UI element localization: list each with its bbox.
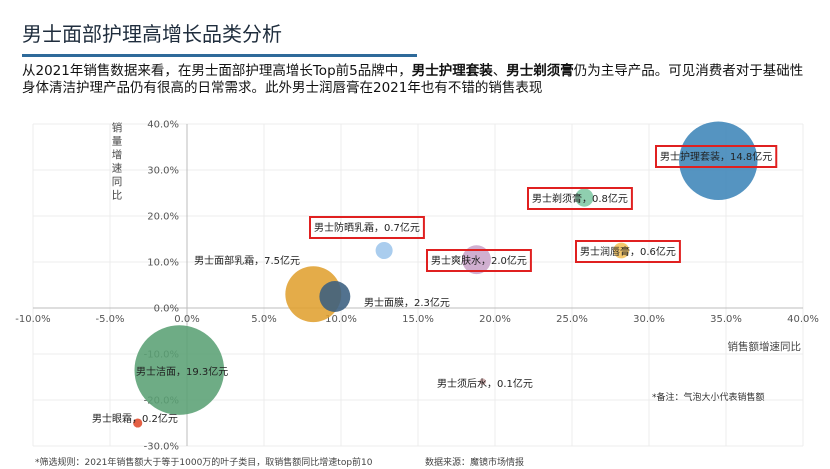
x-tick-label: 0.0% [174,314,199,325]
bubble-label-男士防晒乳霜: 男士防晒乳霜，0.7亿元 [314,221,420,234]
bubble-label-男士面膜: 男士面膜，2.3亿元 [364,296,450,309]
x-tick-label: -5.0% [95,314,124,325]
x-tick-label: 35.0% [710,314,742,325]
bubble-label-男士润唇膏: 男士润唇膏，0.6亿元 [580,245,676,258]
y-tick-label: 20.0% [147,212,179,223]
bubble-label-男士护理套装: 男士护理套装，14.8亿元 [660,150,772,163]
x-tick-label: 20.0% [479,314,511,325]
x-tick-label: 40.0% [787,314,819,325]
x-tick-label: -10.0% [15,314,50,325]
y-axis-title-char: 销 [112,121,123,134]
y-axis-title-char: 量 [112,136,123,148]
y-axis-title-char: 同 [112,176,123,188]
bubble-label-男士眼霜: 男士眼霜，0.2亿元 [92,412,178,425]
bubble-label-男士须后水: 男士须后水，0.1亿元 [437,377,533,390]
x-axis-title: 销售额增速同比 [728,340,802,353]
y-tick-label: -30.0% [144,442,179,453]
y-tick-label: 0.0% [154,304,179,315]
x-tick-label: 30.0% [633,314,665,325]
x-tick-label: 5.0% [251,314,276,325]
x-tick-label: 25.0% [556,314,588,325]
y-tick-label: 10.0% [147,258,179,269]
bubble-label-男士面部乳霜: 男士面部乳霜，7.5亿元 [194,254,300,267]
y-axis-title-char: 比 [112,189,123,202]
footnote-rule: *筛选规则：2021年销售额大于等于1000万的叶子类目，取销售额同比增速top… [35,458,373,468]
y-tick-label: 30.0% [147,166,179,177]
bubble-size-note: *备注：气泡大小代表销售额 [652,393,765,403]
bubble-label-男士洁面: 男士洁面，19.3亿元 [136,365,228,378]
y-axis-title-char: 增 [112,148,123,161]
footnote-source: 数据来源：魔镜市场情报 [425,458,525,468]
bubble-label-男士剃须膏: 男士剃须膏，0.8亿元 [532,192,628,205]
bubble-男士防晒乳霜 [375,241,393,260]
y-axis-title-char: 速 [112,163,123,175]
bubble-男士面膜 [319,281,351,312]
bubble-label-男士爽肤水: 男士爽肤水，2.0亿元 [431,254,527,267]
y-tick-label: 40.0% [147,120,179,131]
x-tick-label: 15.0% [402,314,434,325]
